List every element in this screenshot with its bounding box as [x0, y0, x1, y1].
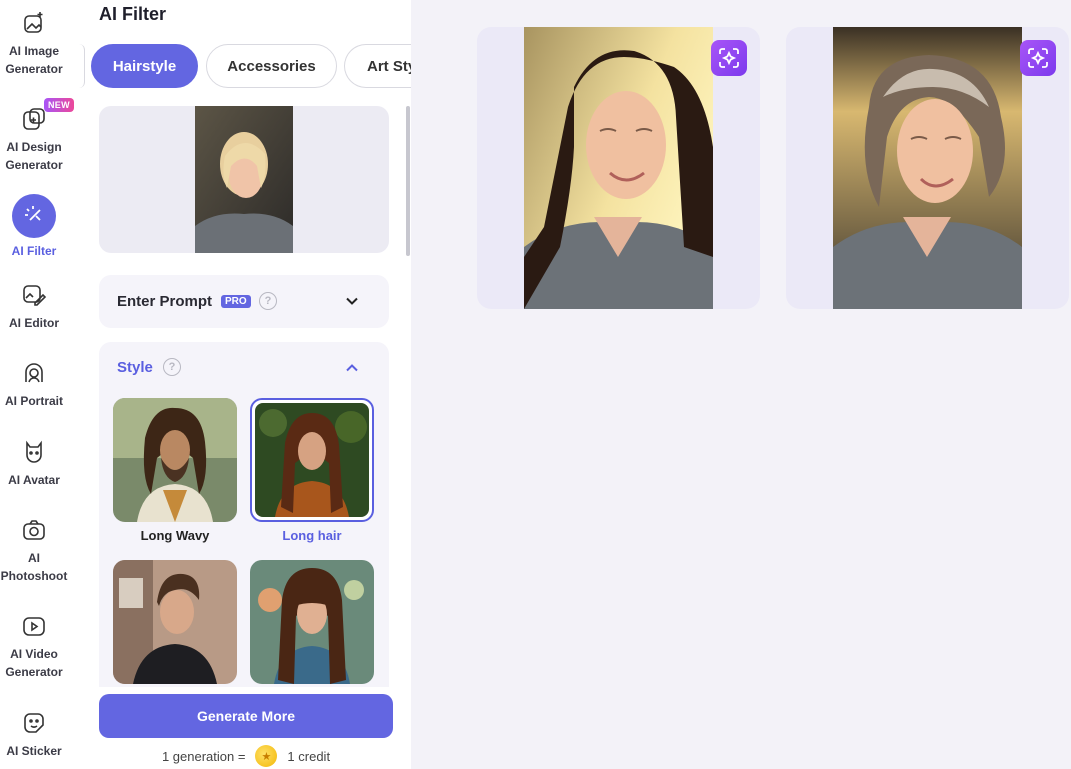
chevron-up-icon[interactable] — [345, 361, 359, 375]
nav-item-ai-design-generator[interactable]: AI Design Generator — [0, 104, 68, 174]
video-play-icon — [19, 611, 49, 641]
image-sparkle-icon — [19, 8, 49, 38]
nav-item-ai-filter[interactable]: AI Filter — [0, 194, 68, 260]
avatar-icon — [19, 437, 49, 467]
panel-scrollbar[interactable] — [406, 106, 410, 256]
style-thumbnail — [113, 398, 237, 522]
nav-item-ai-avatar[interactable]: AI Avatar — [0, 437, 68, 489]
credit-info: 1 generation = ★ 1 credit — [99, 745, 393, 767]
enhance-button[interactable] — [711, 40, 747, 76]
style-thumbnail — [113, 560, 237, 684]
enter-prompt-label: Enter Prompt — [117, 293, 213, 310]
edit-image-icon — [19, 280, 49, 310]
nav-item-ai-sticker[interactable]: AI Sticker — [0, 708, 68, 760]
style-option-long-wavy[interactable] — [113, 398, 237, 522]
tab-art-style[interactable]: Art Sty — [344, 44, 411, 88]
tab-accessories[interactable]: Accessories — [206, 44, 337, 88]
coin-icon: ★ — [255, 745, 278, 767]
nav-label: AI Video Generator — [5, 647, 63, 679]
magic-wand-icon — [12, 194, 56, 238]
sticker-icon — [19, 708, 49, 738]
sparkle-frame-icon — [719, 48, 739, 68]
nav-item-ai-photoshoot[interactable]: AI Photoshoot — [0, 515, 68, 585]
enhance-button[interactable] — [1020, 40, 1056, 76]
nav-item-ai-video-generator[interactable]: AI Video Generator — [0, 611, 68, 681]
upload-preview[interactable] — [99, 106, 389, 253]
nav-item-ai-portrait[interactable]: AI Portrait — [0, 358, 68, 410]
style-thumbnail — [255, 403, 369, 517]
sparkle-frame-icon — [1028, 48, 1048, 68]
help-icon[interactable]: ? — [259, 292, 277, 310]
result-photo — [833, 27, 1022, 309]
style-name: Long hair — [282, 528, 342, 543]
style-option-long-hair[interactable] — [250, 398, 374, 522]
nav-item-ai-image-generator[interactable]: AI Image Generator — [0, 8, 68, 78]
style-option-3[interactable] — [113, 560, 237, 684]
style-section: Style ? Long Wavy Long hair — [99, 342, 389, 687]
new-badge: NEW — [44, 98, 74, 112]
result-card-original[interactable] — [477, 27, 760, 309]
nav-label: AI Filter — [11, 244, 57, 258]
credit-generation-text: 1 generation = — [161, 748, 246, 764]
pro-badge: PRO — [221, 295, 251, 308]
uploaded-photo — [195, 106, 293, 253]
nav-label: AI Sticker — [6, 744, 62, 758]
nav-label: AI Avatar — [8, 473, 60, 487]
style-name: Long Wavy — [140, 528, 210, 543]
generate-more-button[interactable]: Generate More — [99, 694, 393, 738]
enter-prompt-section[interactable]: Enter Prompt PRO ? — [99, 275, 389, 328]
nav-label: AI Editor — [9, 316, 59, 330]
nav-label: AI Design Generator — [5, 140, 63, 172]
style-thumbnail — [250, 560, 374, 684]
tab-previous-edge[interactable] — [79, 44, 85, 88]
chevron-down-icon[interactable] — [345, 294, 359, 308]
nav-label: AI Image Generator — [5, 44, 63, 76]
style-label: Style — [117, 359, 153, 376]
camera-icon — [19, 515, 49, 545]
nav-label: AI Photoshoot — [0, 551, 68, 583]
panel-title: AI Filter — [99, 4, 167, 24]
nav-label: AI Portrait — [4, 394, 63, 408]
portrait-icon — [19, 358, 49, 388]
result-card-generated[interactable] — [786, 27, 1069, 309]
tab-hairstyle[interactable]: Hairstyle — [91, 44, 198, 88]
nav-item-ai-editor[interactable]: AI Editor — [0, 280, 68, 332]
filter-panel: AI Filter Hairstyle Accessories Art Sty … — [81, 0, 411, 769]
nav-rail: AI Image Generator AI Design Generator N… — [0, 0, 81, 769]
style-option-4[interactable] — [250, 560, 374, 684]
help-icon[interactable]: ? — [163, 358, 181, 376]
credit-amount-text: 1 credit — [287, 748, 331, 764]
result-photo — [524, 27, 713, 309]
